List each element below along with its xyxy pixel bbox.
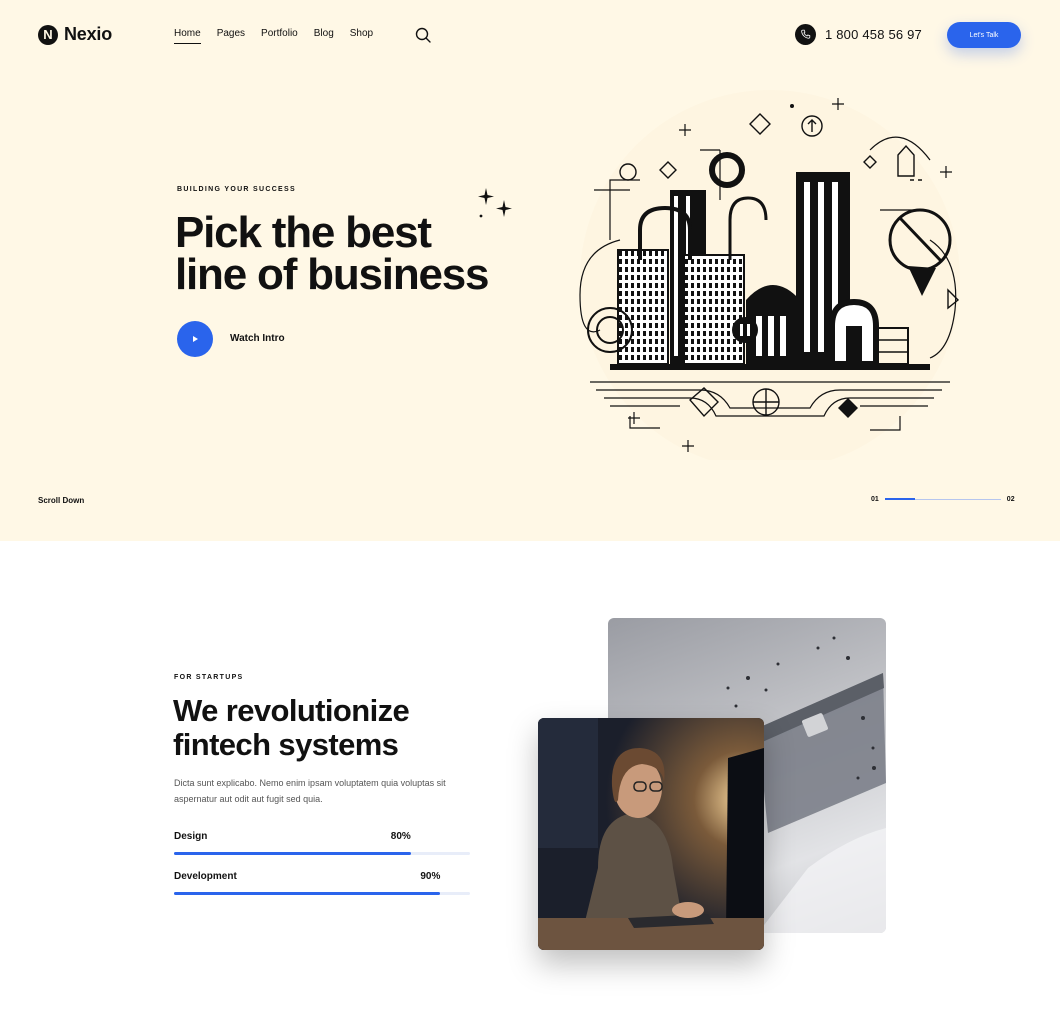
woman-at-computer-illustration	[538, 718, 764, 950]
hero-section: N Nexio Home Pages Portfolio Blog Shop 1…	[0, 0, 1060, 541]
nav-item-shop[interactable]: Shop	[350, 28, 373, 44]
phone-icon	[795, 24, 816, 45]
nav-item-pages[interactable]: Pages	[217, 28, 245, 44]
search-icon[interactable]	[414, 26, 432, 44]
slide-current: 01	[871, 496, 879, 503]
watch-intro-play-button[interactable]	[177, 321, 213, 357]
lets-talk-button[interactable]: Let's Talk	[947, 22, 1021, 48]
nav-item-home[interactable]: Home	[174, 28, 201, 44]
phone-number: 1 800 458 56 97	[825, 27, 922, 42]
section-description: Dicta sunt explicabo. Nemo enim ipsam vo…	[174, 778, 446, 804]
slide-progress-fill	[884, 498, 915, 500]
skill-label: Design	[174, 831, 208, 842]
skill-design: Design 80%	[174, 831, 470, 855]
slide-indicator: 01 02	[871, 496, 1015, 503]
skill-row: Development 90%	[174, 871, 470, 885]
city-illustration	[579, 90, 960, 460]
section-eyebrow: FOR STARTUPS	[174, 674, 244, 681]
logo-icon: N	[38, 24, 58, 45]
skill-track	[174, 852, 470, 855]
skill-row: Design 80%	[174, 831, 470, 845]
hero-eyebrow: BUILDING YOUR SUCCESS	[177, 186, 296, 193]
skill-development: Development 90%	[174, 871, 470, 895]
hero-title-line-2: line of business	[175, 250, 490, 299]
logo[interactable]: N Nexio	[38, 24, 112, 45]
section-title: We revolutionize fintech systems	[173, 694, 473, 762]
sparkle-icon	[478, 188, 512, 218]
skill-value: 80%	[390, 831, 411, 842]
logo-text: Nexio	[64, 24, 113, 44]
scroll-down-label[interactable]: Scroll Down	[38, 496, 84, 505]
nav-item-portfolio[interactable]: Portfolio	[261, 28, 298, 44]
skill-fill	[174, 892, 441, 895]
skill-value: 90%	[420, 871, 441, 882]
section-title-line-2: fintech systems	[173, 727, 399, 762]
skill-label: Development	[174, 871, 237, 882]
watch-intro-label[interactable]: Watch Intro	[230, 333, 285, 344]
slide-progress-track[interactable]	[884, 498, 1001, 500]
section-title-line-1: We revolutionize	[173, 693, 410, 728]
woman-at-computer-photo	[538, 718, 764, 950]
play-icon	[193, 336, 198, 342]
hero-title: Pick the best line of business	[175, 211, 555, 299]
slide-total: 02	[1006, 496, 1015, 503]
nav-item-blog[interactable]: Blog	[314, 28, 334, 44]
main-nav: Home Pages Portfolio Blog Shop	[174, 28, 373, 44]
skill-track	[174, 892, 470, 895]
phone-contact[interactable]: 1 800 458 56 97	[795, 24, 922, 45]
skill-fill	[174, 852, 411, 855]
